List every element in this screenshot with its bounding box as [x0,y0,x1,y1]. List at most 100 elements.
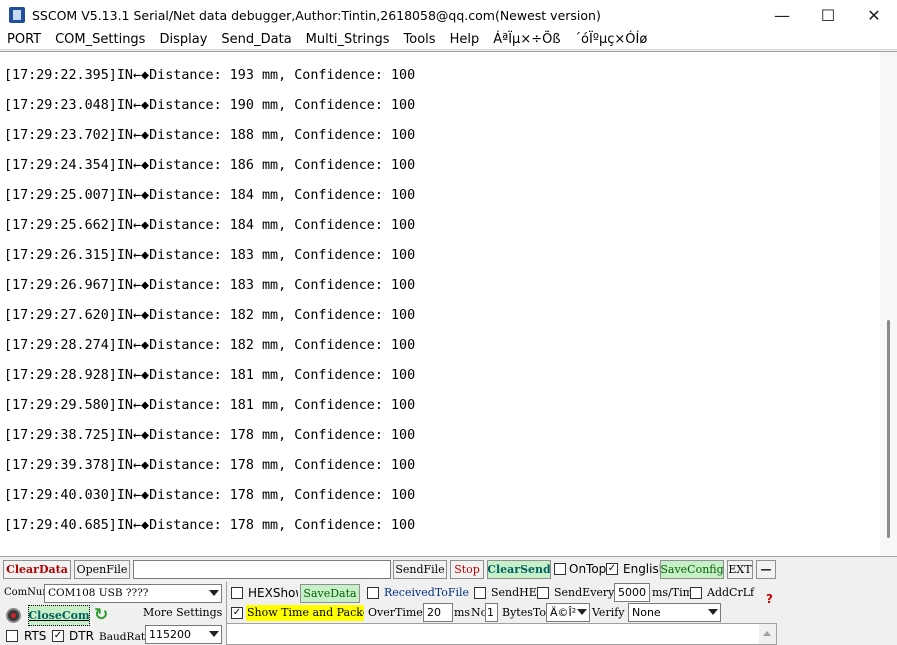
stop-button[interactable]: Stop [450,560,484,579]
log-line: [17:29:28.928]IN←◆Distance: 181 mm, Conf… [4,368,416,383]
send-text-area[interactable] [226,623,777,645]
dtr-label: DTR [69,629,94,643]
window-title: SSCOM V5.13.1 Serial/Net data debugger,A… [32,7,601,23]
log-line: [17:29:24.354]IN←◆Distance: 186 mm, Conf… [4,158,416,173]
ext-button[interactable]: EXT [727,560,753,579]
menu-display[interactable]: Display [152,32,214,47]
baud-rate-label: BaudRat [99,631,146,643]
close-com-button[interactable]: CloseCom [28,605,90,626]
send-hex-checkbox[interactable] [474,587,486,599]
more-settings-label[interactable]: More Settings [143,606,222,620]
bytes-to-label: BytesTo [502,606,546,619]
app-icon [9,7,25,23]
interval-unit-label: ms/Tim [652,586,690,599]
rts-checkbox[interactable] [6,630,18,642]
com-port-value: COM108 USB ???? [48,587,149,599]
chevron-up-icon [763,631,771,636]
show-time-checkbox[interactable]: ✓ [231,607,243,619]
receive-area[interactable]: [17:29:22.395]IN←◆Distance: 193 mm, Conf… [0,51,897,557]
log-line: [17:29:25.007]IN←◆Distance: 184 mm, Conf… [4,188,416,203]
window-controls: — ☐ ✕ [759,0,897,30]
refresh-icon[interactable]: ↻ [94,606,112,624]
bytes-to-value: Ä©Î² [550,606,577,619]
bytes-to-select[interactable]: Ä©Î² [546,603,590,622]
menu-port[interactable]: PORT [0,32,48,47]
baud-rate-value: 115200 [149,628,191,641]
menu-bar: PORT COM_Settings Display Send_Data Mult… [0,30,897,50]
log-line: [17:29:40.685]IN←◆Distance: 178 mm, Conf… [4,518,416,533]
menu-help[interactable]: Help [443,32,487,47]
receive-scrollbar[interactable] [880,52,897,556]
add-crlf-label: AddCrLf [707,586,755,599]
rts-label: RTS [24,629,47,643]
save-data-button[interactable]: SaveData [300,584,360,603]
verify-select[interactable]: None [628,603,721,622]
log-line: [17:29:27.620]IN←◆Distance: 182 mm, Conf… [4,308,416,323]
minimize-button[interactable]: — [759,0,805,30]
close-com-label: CloseCom [28,609,90,622]
clear-send-label: ClearSend [487,563,551,576]
save-data-label: SaveData [303,587,357,600]
menu-multi-strings[interactable]: Multi_Strings [299,32,397,47]
clear-send-button[interactable]: ClearSend [487,560,551,579]
hex-show-label: HEXShow [248,586,298,600]
verify-label: Verify [592,606,625,619]
receive-log: [17:29:22.395]IN←◆Distance: 193 mm, Conf… [4,64,415,544]
menu-contact-author[interactable]: ÁªÏµ×÷Õß [486,32,567,47]
log-line: [17:29:23.702]IN←◆Distance: 188 mm, Conf… [4,128,416,143]
file-path-input[interactable] [133,560,391,579]
overtime-label: OverTime: [368,606,427,619]
log-line: [17:29:23.048]IN←◆Distance: 190 mm, Conf… [4,98,416,113]
collapse-button[interactable]: — [756,560,776,579]
log-line: [17:29:22.395]IN←◆Distance: 193 mm, Conf… [4,68,416,83]
english-checkbox[interactable]: ✓ [606,563,618,575]
send-interval-input[interactable] [614,583,650,602]
chevron-down-icon [209,631,219,637]
title-bar: SSCOM V5.13.1 Serial/Net data debugger,A… [0,0,897,30]
port-status-indicator-icon [6,608,21,623]
menu-tools[interactable]: Tools [397,32,443,47]
chevron-down-icon [577,609,587,615]
open-file-button[interactable]: OpenFile [74,560,130,579]
log-line: [17:29:40.030]IN←◆Distance: 178 mm, Conf… [4,488,416,503]
clear-data-label: ClearData [6,563,68,576]
no-input[interactable] [485,603,498,622]
log-line: [17:29:38.725]IN←◆Distance: 178 mm, Conf… [4,428,416,443]
log-line: [17:29:25.662]IN←◆Distance: 184 mm, Conf… [4,218,416,233]
dtr-checkbox[interactable]: ✓ [52,630,64,642]
log-line: [17:29:26.967]IN←◆Distance: 183 mm, Conf… [4,278,416,293]
send-every-label: SendEvery: [554,586,619,599]
save-config-label: SaveConfig [660,563,724,576]
log-line: [17:29:29.580]IN←◆Distance: 181 mm, Conf… [4,398,416,413]
baud-rate-select[interactable]: 115200 [145,625,222,644]
help-icon[interactable]: ? [766,592,773,606]
add-crlf-checkbox[interactable] [690,587,702,599]
menu-com-settings[interactable]: COM_Settings [48,32,152,47]
verify-value: None [632,606,661,619]
chevron-down-icon [708,609,718,615]
send-every-checkbox[interactable] [537,587,549,599]
received-to-file-checkbox[interactable] [367,587,379,599]
stop-label: Stop [454,563,480,576]
send-file-button[interactable]: SendFile [393,560,447,579]
on-top-label: OnTop [569,562,607,576]
chevron-down-icon [209,590,219,596]
show-time-label: Show Time and Packe [246,605,364,621]
overtime-input[interactable] [423,603,453,622]
maximize-button[interactable]: ☐ [805,0,851,30]
scroll-thumb[interactable] [887,320,890,538]
log-line: [17:29:26.315]IN←◆Distance: 183 mm, Conf… [4,248,416,263]
save-config-button[interactable]: SaveConfig [660,560,724,579]
com-port-select[interactable]: COM108 USB ???? [44,584,222,603]
log-line: [17:29:39.378]IN←◆Distance: 178 mm, Conf… [4,458,416,473]
received-to-file-label: ReceivedToFile [384,586,470,599]
on-top-checkbox[interactable] [554,563,566,575]
log-line: [17:29:28.274]IN←◆Distance: 182 mm, Conf… [4,338,416,353]
send-scrollbar[interactable] [759,624,776,644]
hex-show-checkbox[interactable] [231,587,243,599]
close-button[interactable]: ✕ [851,0,897,30]
menu-send-data[interactable]: Send_Data [214,32,298,47]
overtime-unit-label: ms [454,606,471,619]
menu-website[interactable]: ´óÏºµç×ÓÍø [568,32,655,47]
clear-data-button[interactable]: ClearData [3,560,71,579]
